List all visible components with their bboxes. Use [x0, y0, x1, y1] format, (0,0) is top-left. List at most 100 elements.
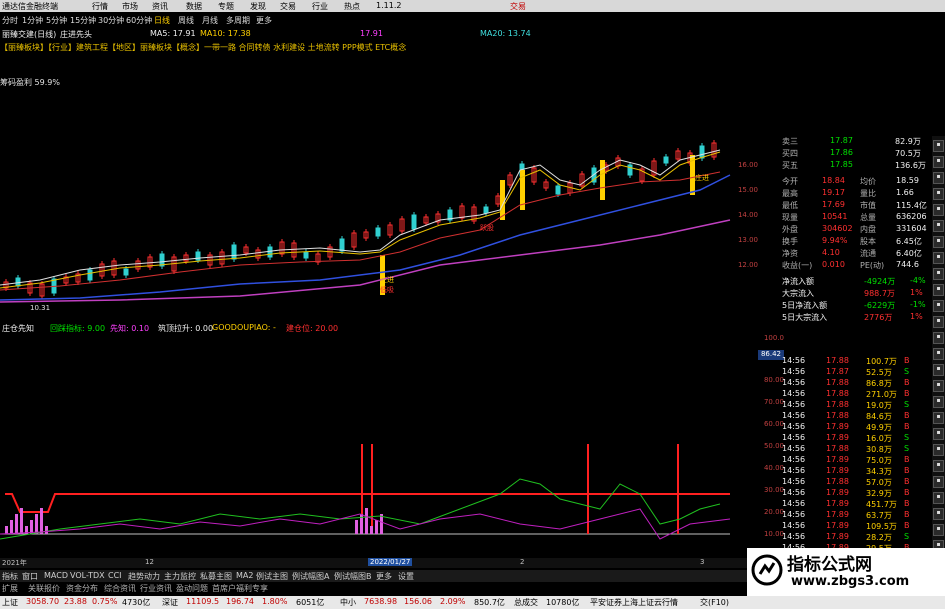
tab-item[interactable]: 指标	[2, 571, 18, 582]
period-tab-active[interactable]: 日线	[154, 15, 170, 26]
side-tool-icon[interactable]: ▪	[933, 428, 944, 440]
sh-label[interactable]: 上证	[2, 597, 18, 608]
trade-volume: 28.2万	[866, 533, 892, 542]
menu-item[interactable]: 资讯	[152, 1, 168, 12]
period-tab[interactable]: 更多	[256, 15, 272, 26]
menu-item[interactable]: 交易	[280, 1, 296, 12]
flow-value: -4924万	[864, 277, 896, 286]
side-tool-icon[interactable]: ▪	[933, 508, 944, 520]
menu-item[interactable]: 行情	[92, 1, 108, 12]
kline-chart[interactable]: 10.31 庄进 跃股 低吸 庄进 16.00 15.00 14.00 13.0…	[0, 140, 760, 320]
period-toolbar: 分时 1分钟 5分钟 15分钟 30分钟 60分钟 日线 周线 月线 多周期 更…	[0, 14, 760, 26]
ma-line-yellow	[0, 151, 721, 289]
trade-price: 17.88	[826, 444, 849, 453]
stat-value: 18.84	[822, 176, 845, 185]
indicator-name[interactable]: 庄进先头	[60, 29, 92, 40]
pink-bar	[40, 508, 43, 534]
side-tool-icon[interactable]: ▪	[933, 492, 944, 504]
period-tab[interactable]: 1分钟	[22, 15, 43, 26]
order-volume: 136.6万	[895, 161, 926, 170]
flow-percent: 1%	[910, 288, 923, 297]
side-tool-icon[interactable]: ▪	[933, 380, 944, 392]
ma5-label: MA5: 17.91	[150, 29, 196, 38]
subtab-item[interactable]: 资金分布	[66, 583, 98, 594]
chip-profit: 筹码盈利 59.9%	[0, 78, 60, 87]
side-tool-icon[interactable]: ▪	[933, 156, 944, 168]
side-tool-icon[interactable]: ▪	[933, 444, 944, 456]
side-tool-icon[interactable]: ▪	[933, 396, 944, 408]
side-tool-icon[interactable]: ▪	[933, 316, 944, 328]
side-tool-icon[interactable]: ▪	[933, 252, 944, 264]
stat-value: 636206	[896, 212, 927, 221]
side-tool-icon[interactable]: ▪	[933, 204, 944, 216]
side-tool-icon[interactable]: ▪	[933, 188, 944, 200]
trade-side: S	[904, 433, 910, 442]
side-tool-icon[interactable]: ▪	[933, 460, 944, 472]
ma60-label: MA20: 13.74	[480, 29, 531, 38]
subtab-item[interactable]: 扩展	[2, 583, 18, 594]
tab-item[interactable]: CCI	[108, 571, 122, 580]
period-tab[interactable]: 分时	[2, 15, 18, 26]
trade-time: 14:56	[782, 367, 806, 376]
subtab-item[interactable]: 盈动问题	[176, 583, 208, 594]
subtab-item[interactable]: 综合资讯	[104, 583, 136, 594]
menu-item[interactable]: 专题	[218, 1, 234, 12]
stat-value: 4.10	[822, 248, 840, 257]
stat-label: 今开	[782, 177, 798, 186]
period-tab[interactable]: 月线	[202, 15, 218, 26]
tab-item[interactable]: MA2	[236, 571, 253, 580]
tab-item[interactable]: 例试主图	[256, 571, 288, 582]
side-tool-icon[interactable]: ▪	[933, 140, 944, 152]
f10-label[interactable]: 交(F10)	[700, 597, 729, 608]
flow-row: 净流入额 -4924万 -4%	[780, 276, 930, 288]
zx-label[interactable]: 中小	[340, 597, 356, 608]
tab-item[interactable]: 窗口	[22, 571, 38, 582]
tab-item[interactable]: 例试幅图A	[292, 571, 329, 582]
period-tab[interactable]: 周线	[178, 15, 194, 26]
pink-bar	[20, 508, 23, 534]
tab-item[interactable]: 趋势动力	[128, 571, 160, 582]
menu-item[interactable]: 行业	[312, 1, 328, 12]
side-tool-icon[interactable]: ▪	[933, 300, 944, 312]
period-tab[interactable]: 15分钟	[70, 15, 96, 26]
period-tab[interactable]: 5分钟	[46, 15, 67, 26]
side-tool-icon[interactable]: ▪	[933, 332, 944, 344]
stat-label: 净资	[782, 249, 798, 258]
side-tool-icon[interactable]: ▪	[933, 220, 944, 232]
trade-menu[interactable]: 交易	[510, 1, 526, 12]
tab-item[interactable]: MACD	[44, 571, 68, 580]
pink-bar	[10, 520, 13, 534]
indicator-title[interactable]: 庄仓先知	[2, 323, 34, 334]
tab-item[interactable]: 设置	[398, 571, 414, 582]
side-tool-icon[interactable]: ▪	[933, 412, 944, 424]
subtab-item[interactable]: 关联报价	[28, 583, 60, 594]
side-tool-icon[interactable]: ▪	[933, 236, 944, 248]
trade-time: 14:56	[782, 411, 806, 420]
side-tool-icon[interactable]: ▪	[933, 268, 944, 280]
indicator-chart[interactable]	[0, 334, 760, 556]
trade-price: 17.88	[826, 477, 849, 486]
menu-item[interactable]: 数据	[186, 1, 202, 12]
period-tab[interactable]: 多周期	[226, 15, 250, 26]
tab-item[interactable]: 更多	[376, 571, 392, 582]
menu-item[interactable]: 发现	[250, 1, 266, 12]
menu-item[interactable]: 热点	[344, 1, 360, 12]
side-tool-icon[interactable]: ▪	[933, 476, 944, 488]
subtab-item[interactable]: 行业资讯	[140, 583, 172, 594]
sz-label[interactable]: 深证	[162, 597, 178, 608]
menu-item[interactable]: 市场	[122, 1, 138, 12]
tab-item[interactable]: 主力监控	[164, 571, 196, 582]
side-tool-icon[interactable]: ▪	[933, 172, 944, 184]
tick-trades[interactable]: 14:56 17.88 100.7万 B 14:56 17.87 52.5万 S 14:56 17…	[780, 356, 930, 556]
tab-item[interactable]: 例试幅图B	[334, 571, 372, 582]
period-tab[interactable]: 60分钟	[126, 15, 152, 26]
side-tool-icon[interactable]: ▪	[933, 284, 944, 296]
side-tool-icon[interactable]: ▪	[933, 524, 944, 536]
side-tool-icon[interactable]: ▪	[933, 348, 944, 360]
candle-body	[123, 268, 129, 276]
side-tool-icon[interactable]: ▪	[933, 364, 944, 376]
subtab-item[interactable]: 首席户福利专享	[212, 583, 268, 594]
tab-item[interactable]: 私募主图	[200, 571, 232, 582]
period-tab[interactable]: 30分钟	[98, 15, 124, 26]
tab-item[interactable]: VOL-TDX	[70, 571, 105, 580]
